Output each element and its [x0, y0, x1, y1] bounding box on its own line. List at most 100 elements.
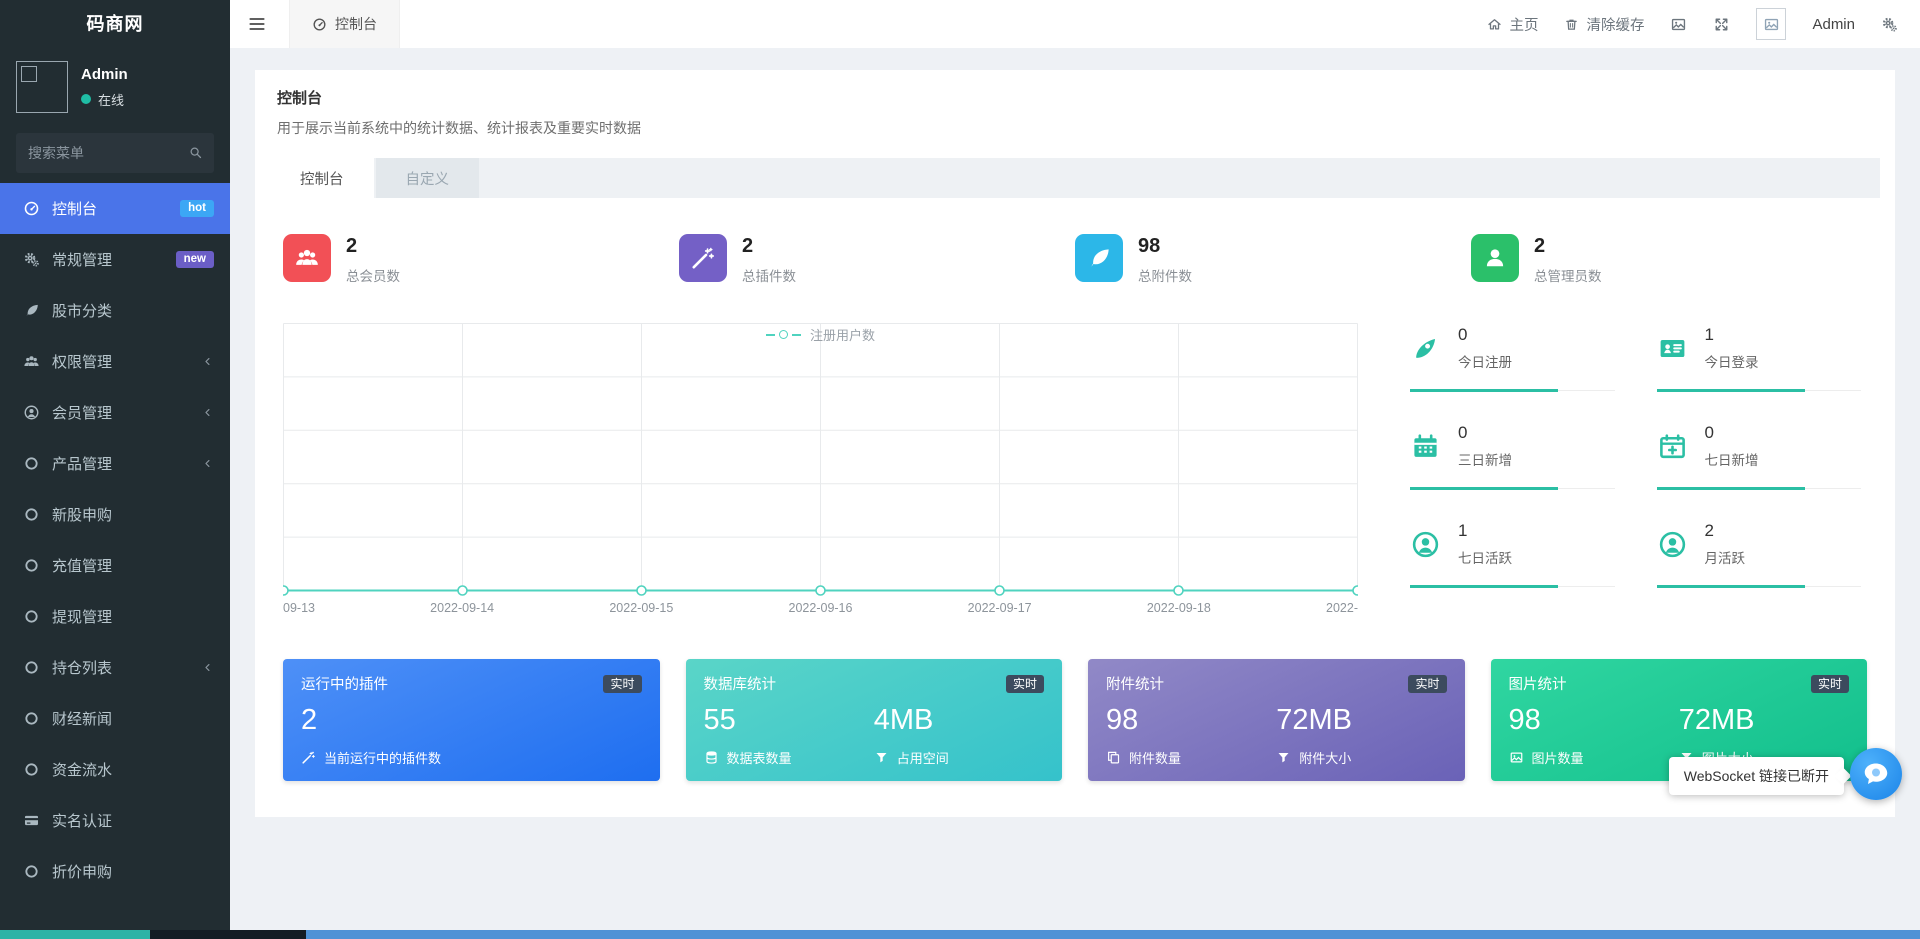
- leaf-icon: [23, 302, 40, 319]
- circle-icon: [23, 455, 40, 472]
- chat-bubble-icon: [1861, 759, 1891, 789]
- sidebar-item-products[interactable]: 产品管理: [0, 438, 230, 489]
- filter-icon: [874, 750, 889, 765]
- running-plugins-card: 运行中的插件 实时 2 当前运行中的插件数: [283, 659, 660, 781]
- scrollbar-thumb[interactable]: [150, 930, 306, 939]
- sidebar-item-dashboard[interactable]: 控制台 hot: [0, 183, 230, 234]
- card-value: 98: [1106, 704, 1276, 737]
- stat-label: 总会员数: [346, 265, 400, 285]
- users-icon: [23, 353, 40, 370]
- registered-users-chart: 注册用户数 09-132022-09-142022-09-152022-09-1…: [283, 319, 1358, 619]
- circle-icon: [23, 863, 40, 880]
- database-stats-card: 数据库统计 实时 55 数据表数量 4MB 占用空间: [686, 659, 1063, 781]
- sidebar-item-finance-news[interactable]: 财经新闻: [0, 693, 230, 744]
- chevron-left-icon: [201, 457, 214, 470]
- tab-console[interactable]: 控制台: [270, 158, 374, 198]
- new-badge: new: [176, 251, 214, 268]
- circle-icon: [23, 608, 40, 625]
- calendar-plus-icon: [1657, 431, 1688, 462]
- user-circle-icon: [23, 404, 40, 421]
- sidebar-item-label: 持仓列表: [52, 657, 112, 678]
- gauge-icon: [312, 17, 327, 32]
- id-card-icon: [1657, 333, 1688, 364]
- stat-total-admins: 2 总管理员数: [1471, 234, 1867, 285]
- stat-value: 2: [742, 235, 796, 258]
- sidebar-item-discount[interactable]: 折价申购: [0, 846, 230, 897]
- mini-stat-today-login: 1 今日登录: [1657, 319, 1862, 391]
- username[interactable]: Admin: [1812, 16, 1855, 33]
- broken-image-icon[interactable]: [1670, 16, 1687, 33]
- sidebar-item-positions[interactable]: 持仓列表: [0, 642, 230, 693]
- scrollbar-track: [306, 930, 1920, 939]
- magic-wand-icon: [301, 750, 316, 765]
- sidebar-item-ipo[interactable]: 新股申购: [0, 489, 230, 540]
- sidebar-item-label: 股市分类: [52, 300, 112, 321]
- mini-stat-7day-active: 1 七日活跃: [1410, 515, 1615, 587]
- card-metric-label: 附件数量: [1129, 748, 1181, 767]
- chevron-left-icon: [201, 661, 214, 674]
- sidebar-item-fund-flow[interactable]: 资金流水: [0, 744, 230, 795]
- fullscreen-icon[interactable]: [1713, 16, 1730, 33]
- sidebar-item-label: 充值管理: [52, 555, 112, 576]
- card-metric-label: 占用空间: [897, 748, 949, 767]
- image-icon: [1509, 750, 1524, 765]
- clear-cache-button[interactable]: 清除缓存: [1564, 14, 1644, 35]
- realtime-badge: 实时: [1811, 675, 1849, 693]
- sidebar-item-label: 新股申购: [52, 504, 112, 525]
- summary-stats-row: 2 总会员数 2 总插件数 98 总附件数: [275, 224, 1875, 289]
- sidebar-item-withdraw[interactable]: 提现管理: [0, 591, 230, 642]
- stat-value: 98: [1138, 235, 1192, 258]
- brand-title: 码商网: [0, 0, 230, 48]
- leaf-icon: [1086, 245, 1112, 271]
- mini-stat-3day-new: 0 三日新增: [1410, 417, 1615, 489]
- sidebar-item-realname[interactable]: 实名认证: [0, 795, 230, 846]
- gauge-icon: [23, 200, 40, 217]
- calendar-icon: [1410, 431, 1441, 462]
- hot-badge: hot: [180, 200, 214, 217]
- stat-label: 总附件数: [1138, 265, 1192, 285]
- sidebar-item-stock-category[interactable]: 股市分类: [0, 285, 230, 336]
- sidebar-item-label: 折价申购: [52, 861, 112, 882]
- tab-dashboard[interactable]: 控制台: [289, 0, 400, 48]
- home-link[interactable]: 主页: [1487, 14, 1538, 35]
- sidebar-item-recharge[interactable]: 充值管理: [0, 540, 230, 591]
- attachment-stats-card: 附件统计 实时 98 附件数量 72MB 附件大小: [1088, 659, 1465, 781]
- sidebar-menu: 控制台 hot 常规管理 new 股市分类 权限管理 会员管理 产品管理: [0, 183, 230, 897]
- chat-button[interactable]: [1850, 748, 1902, 800]
- user-avatar[interactable]: [1756, 8, 1786, 40]
- filter-icon: [1276, 750, 1291, 765]
- copy-icon: [1106, 750, 1121, 765]
- sidebar-item-auth[interactable]: 权限管理: [0, 336, 230, 387]
- circle-icon: [23, 659, 40, 676]
- search-icon: [188, 145, 203, 160]
- stat-total-members: 2 总会员数: [283, 234, 679, 285]
- horizontal-scrollbar[interactable]: [0, 930, 1920, 939]
- user-panel: Admin 在线: [0, 48, 230, 123]
- realtime-badge: 实时: [603, 675, 641, 693]
- card-title: 附件统计: [1106, 673, 1164, 694]
- stat-total-plugins: 2 总插件数: [679, 234, 1075, 285]
- search-input[interactable]: [16, 133, 214, 173]
- chevron-left-icon: [201, 406, 214, 419]
- mini-stats-grid: 0 今日注册 1 今日登录 0: [1410, 319, 1861, 619]
- gears-icon: [23, 251, 40, 268]
- tab-custom[interactable]: 自定义: [376, 158, 480, 198]
- database-icon: [704, 750, 719, 765]
- home-icon: [1487, 17, 1502, 32]
- card-value: 72MB: [1276, 704, 1446, 737]
- sidebar-item-members[interactable]: 会员管理: [0, 387, 230, 438]
- sidebar-item-general[interactable]: 常规管理 new: [0, 234, 230, 285]
- page-title: 控制台: [277, 87, 1873, 108]
- sidebar-item-label: 产品管理: [52, 453, 112, 474]
- rocket-icon: [1410, 333, 1441, 364]
- tab-label: 控制台: [335, 14, 377, 34]
- sidebar-item-label: 提现管理: [52, 606, 112, 627]
- avatar: [16, 61, 68, 113]
- card-value: 98: [1509, 704, 1679, 737]
- user-status-label: 在线: [98, 90, 124, 109]
- sidebar-item-label: 常规管理: [52, 249, 112, 270]
- card-metric-label: 附件大小: [1299, 748, 1351, 767]
- menu-toggle-icon[interactable]: [247, 14, 267, 34]
- settings-gears-icon[interactable]: [1881, 16, 1898, 33]
- home-label: 主页: [1509, 14, 1538, 35]
